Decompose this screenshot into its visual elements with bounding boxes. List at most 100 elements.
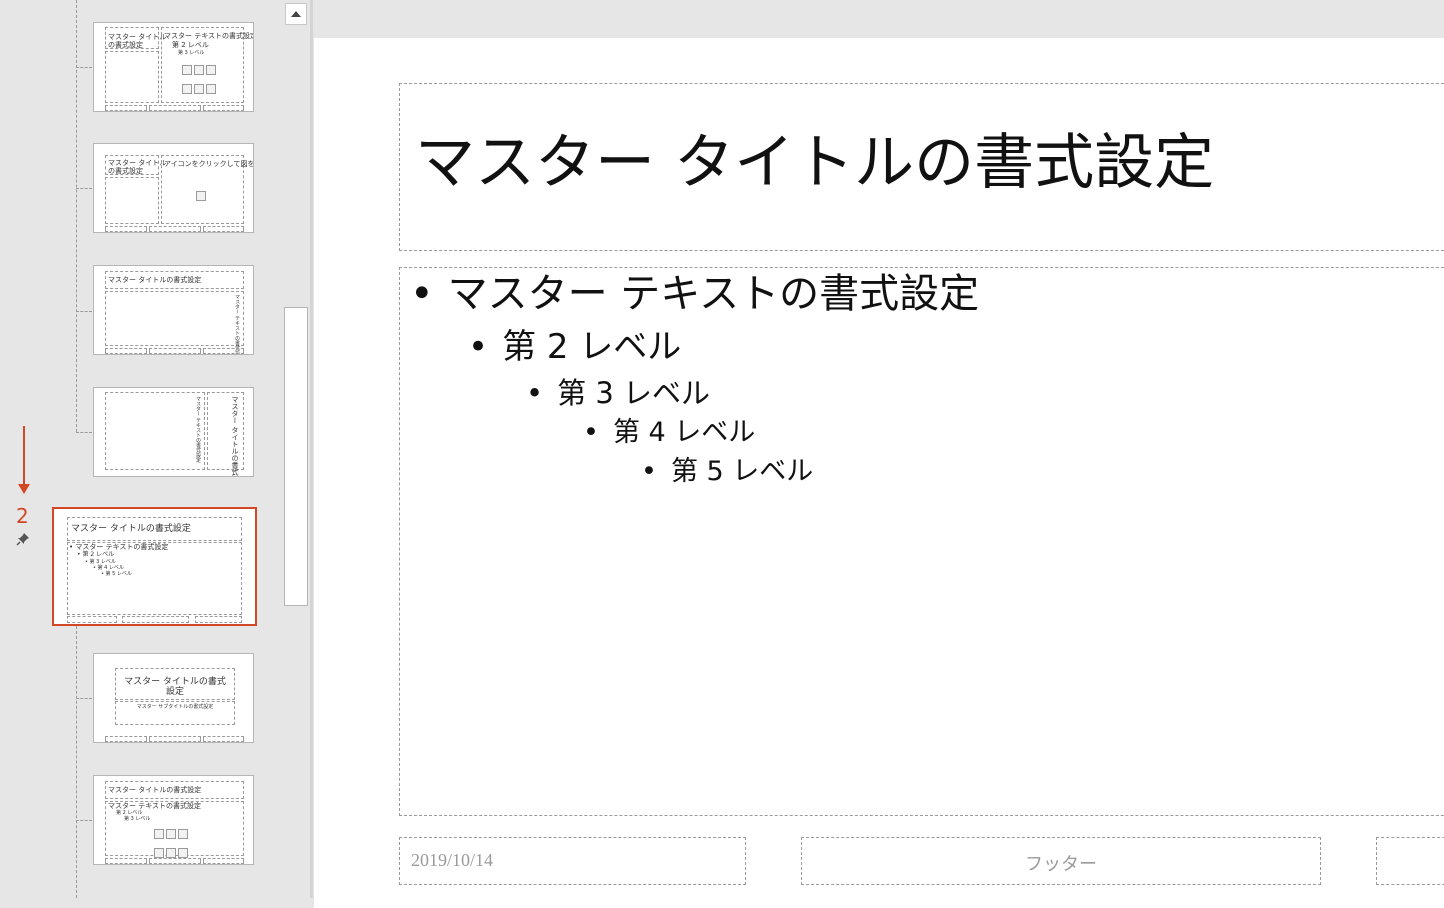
thumb-footer-ph xyxy=(203,858,244,864)
layout-thumbnail-1[interactable]: マスター タイトル の書式設定 マスター テキストの書式設定 第 2 レベル 第… xyxy=(93,22,254,112)
layout-thumbnail-4[interactable]: マスター テキストの書式設定 マスター タイトルの書式設定 xyxy=(93,387,254,477)
thumb-footer-ph xyxy=(203,348,244,354)
thumb-body: マスター テキストの書式設定 xyxy=(164,32,254,40)
bullet-glyph: • xyxy=(526,376,544,410)
thumb-vertical-ph: マスター テキストの書式設定 xyxy=(105,291,244,355)
thumb-title-ph: マスター タイトルの書式設定 xyxy=(67,517,242,541)
thumb-body-ph: • マスター テキストの書式設定 • 第 2 レベル • 第 3 レベル • 第… xyxy=(67,542,242,615)
bullet-glyph: • xyxy=(583,417,599,448)
bullet-level-1[interactable]: • マスター テキストの書式設定 xyxy=(410,270,979,318)
bullet-level-4[interactable]: • 第 4 レベル xyxy=(583,416,755,450)
thumb-level3: 第 3 レベル xyxy=(124,816,151,822)
date-placeholder[interactable]: 2019/10/14 xyxy=(399,837,746,885)
thumb-body: アイコンをクリックして図を追加 xyxy=(164,160,254,168)
thumb-footer-ph xyxy=(149,736,201,742)
bullet-level-5[interactable]: • 第 5 レベル xyxy=(641,455,813,489)
thumb-body-ph: マスター テキストの書式設定 第 2 レベル 第 3 レベル xyxy=(105,801,244,858)
thumb-title-ph: マスター タイトル の書式設定 xyxy=(105,27,166,49)
triangle-up-icon xyxy=(291,11,301,17)
thumb-title: マスター タイトルの書式 設定 xyxy=(124,677,226,697)
layout-thumbnail-6[interactable]: マスター タイトルの書式 設定 マスター サブタイトルの書式設定 xyxy=(93,653,254,743)
tree-branch xyxy=(76,311,92,312)
thumb-footer-ph xyxy=(149,105,201,111)
tree-branch xyxy=(76,698,92,699)
bullet-text: マスター テキストの書式設定 xyxy=(447,271,980,317)
bullet-text: 第 2 レベル xyxy=(502,327,682,367)
bullet-text: 第 4 レベル xyxy=(612,417,756,448)
thumb-footer-ph xyxy=(195,616,242,623)
thumb-vertical-ph: マスター テキストの書式設定 xyxy=(105,392,205,470)
thumb-footer-ph xyxy=(149,348,201,354)
thumb-vertical-text: マスター テキストの書式設定 xyxy=(234,294,240,355)
pin-icon xyxy=(16,533,29,546)
thumb-title: マスター タイトルの書式設定 xyxy=(108,786,202,794)
slide-title[interactable]: マスター タイトルの書式設定 xyxy=(415,127,1214,199)
thumb-line-5: • 第 5 レベル xyxy=(101,571,132,577)
bullet-glyph: • xyxy=(468,327,489,367)
bullet-level-3[interactable]: • 第 3 レベル xyxy=(526,375,710,411)
thumb-title-ph: マスター タイトルの書式設定 xyxy=(105,271,244,289)
thumbnail-pane[interactable]: マスター タイトル の書式設定 マスター テキストの書式設定 第 2 レベル 第… xyxy=(0,0,283,898)
thumb-title-ph: マスター タイトルの書式設定 xyxy=(105,781,244,799)
thumb-line-1: • マスター テキストの書式設定 xyxy=(69,543,169,551)
bullet-glyph: • xyxy=(641,456,657,487)
thumb-title-ph: マスター タイトルの書式 設定 xyxy=(115,668,235,700)
title-placeholder[interactable]: マスター タイトルの書式設定 xyxy=(399,83,1444,251)
thumb-footer-ph xyxy=(203,105,244,111)
thumb-footer-ph xyxy=(203,226,244,232)
thumb-vertical-text: マスター テキストの書式設定 xyxy=(195,396,201,463)
tree-branch xyxy=(76,432,92,433)
thumb-subtitle: マスター サブタイトルの書式設定 xyxy=(136,704,214,710)
thumb-title-ph: マスター タイトル の書式設定 xyxy=(105,155,166,175)
thumb-subtitle-ph: マスター サブタイトルの書式設定 xyxy=(115,701,235,725)
pane-divider[interactable] xyxy=(310,0,313,898)
slide-number-placeholder[interactable] xyxy=(1376,837,1444,885)
picture-icon xyxy=(196,186,236,201)
thumb-text-ph xyxy=(105,177,159,224)
thumb-picture-ph: アイコンをクリックして図を追加 xyxy=(161,155,253,224)
layout-thumbnail-7[interactable]: マスター タイトルの書式設定 マスター テキストの書式設定 第 2 レベル 第 … xyxy=(93,775,254,865)
layout-thumbnail-3[interactable]: マスター タイトルの書式設定 マスター テキストの書式設定 xyxy=(93,265,254,355)
slide-number: 2 xyxy=(16,504,29,528)
bullet-text: 第 3 レベル xyxy=(557,376,710,410)
scroll-up-button[interactable] xyxy=(285,3,307,25)
thumb-title: マスター タイトルの書式設定 xyxy=(108,276,202,284)
content-icons xyxy=(182,60,222,94)
bullet-level-2[interactable]: • 第 2 レベル xyxy=(468,327,681,367)
thumb-footer-ph xyxy=(149,858,201,864)
footer-date: 2019/10/14 xyxy=(411,850,494,870)
bullet-glyph: • xyxy=(410,271,434,317)
tree-branch xyxy=(76,820,92,821)
thumb-footer-ph xyxy=(105,226,147,232)
thumb-level2: 第 2 レベル xyxy=(172,41,209,49)
thumb-title: マスター タイトルの書式設定 xyxy=(231,396,239,477)
layout-thumbnail-selected[interactable]: マスター タイトルの書式設定 • マスター テキストの書式設定 • 第 2 レベ… xyxy=(52,507,257,626)
layout-thumbnail-2[interactable]: マスター タイトル の書式設定 アイコンをクリックして図を追加 xyxy=(93,143,254,233)
tree-branch xyxy=(76,188,92,189)
thumb-footer-ph xyxy=(67,616,117,623)
slide-canvas[interactable]: マスター タイトルの書式設定 • マスター テキストの書式設定 • 第 2 レベル … xyxy=(314,38,1444,908)
scroll-thumb[interactable] xyxy=(284,307,308,606)
thumb-title: マスター タイトル の書式設定 xyxy=(108,33,167,49)
thumb-footer-ph xyxy=(149,226,201,232)
thumb-footer-ph xyxy=(105,348,147,354)
tree-line xyxy=(76,0,77,432)
thumb-footer-ph xyxy=(203,736,244,742)
content-icons xyxy=(154,824,194,858)
thumb-footer-ph xyxy=(105,858,147,864)
bullet-text: 第 5 レベル xyxy=(670,456,814,487)
thumb-title: マスター タイトルの書式設定 xyxy=(71,524,191,534)
footer-placeholder[interactable]: フッター xyxy=(801,837,1321,885)
thumb-vertical-title-ph: マスター タイトルの書式設定 xyxy=(207,392,244,477)
thumb-level3: 第 3 レベル xyxy=(178,50,205,56)
down-arrow-icon xyxy=(18,426,30,494)
thumb-footer-ph xyxy=(105,736,147,742)
footer-text: フッター xyxy=(1025,854,1097,875)
thumb-title: マスター タイトル の書式設定 xyxy=(108,159,167,175)
tree-branch xyxy=(76,67,92,68)
thumb-content-ph: マスター テキストの書式設定 第 2 レベル 第 3 レベル xyxy=(161,27,253,103)
thumb-content-ph xyxy=(105,51,159,103)
body-placeholder[interactable]: • マスター テキストの書式設定 • 第 2 レベル • 第 3 レベル • 第 4 レ… xyxy=(399,267,1444,816)
thumbnail-scrollbar[interactable] xyxy=(283,0,310,898)
thumb-footer-ph xyxy=(105,105,147,111)
